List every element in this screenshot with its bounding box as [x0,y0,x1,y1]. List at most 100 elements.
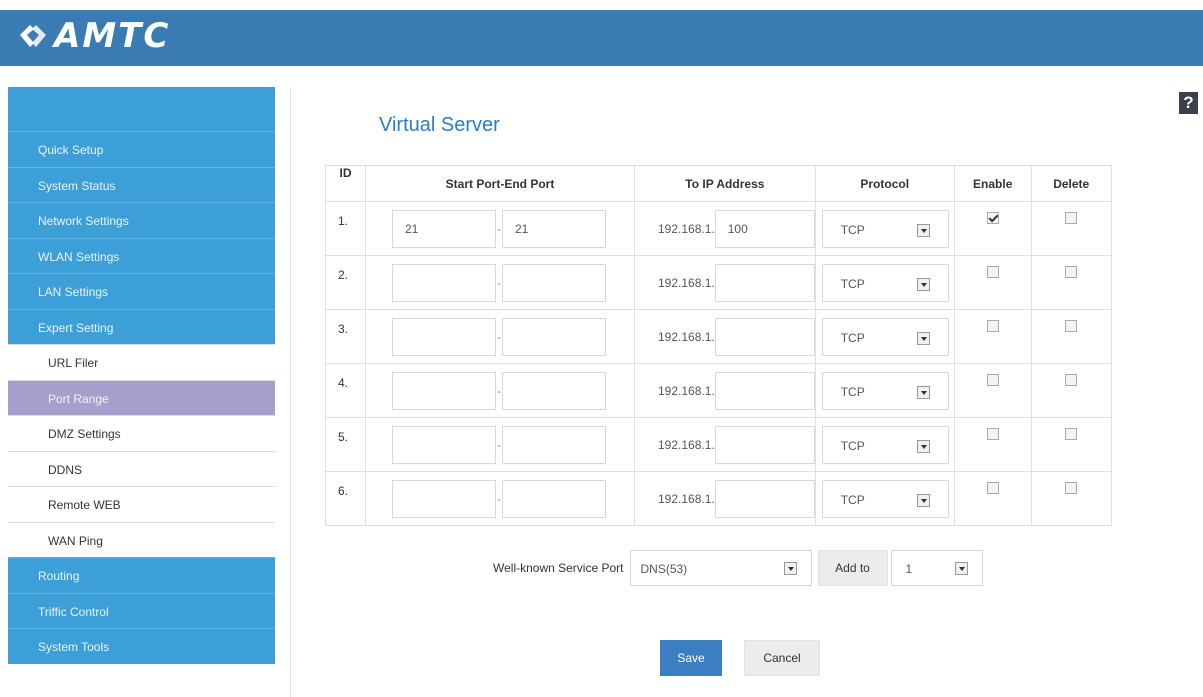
end-port-input[interactable]: 21 [502,209,606,248]
logo-text: AMTC [54,16,171,56]
page-title: Virtual Server [379,114,500,136]
sidebar-item-expert-setting[interactable]: Expert Setting [8,308,275,344]
protocol-wrap: TCP [816,263,954,302]
start-port-input[interactable] [392,479,496,518]
sidebar-item-system-tools[interactable]: System Tools [8,628,275,664]
end-port-input[interactable] [502,371,606,410]
end-port-input[interactable] [502,263,606,302]
logo: AMTC [16,16,170,56]
save-button[interactable]: Save [660,640,722,676]
ports-wrap: 21-21 [366,209,634,248]
protocol-cell: TCP [814,363,955,418]
dropdown-arrow-icon [916,439,930,453]
sidebar: Quick Setup System Status Network Settin… [8,87,275,693]
delete-checkbox[interactable] [1065,481,1078,494]
start-port-input[interactable] [392,263,496,302]
ip-suffix-input[interactable] [714,479,815,518]
ports-wrap: - [366,371,634,410]
enable-checkbox[interactable] [986,319,999,332]
delete-cell [1030,309,1112,364]
cancel-button[interactable]: Cancel [744,640,820,676]
ip-cell: 192.168.1. [634,363,816,418]
enable-cell [953,255,1032,310]
row-id: 4. [325,363,366,418]
sidebar-subitem-ddns[interactable]: DDNS [8,450,275,486]
column-header-enable: Enable [953,165,1032,202]
start-port-input[interactable] [392,425,496,464]
ports-wrap: - [366,479,634,518]
ip-prefix: 192.168.1. [658,329,715,344]
enable-checkbox[interactable] [986,481,999,494]
protocol-value: TCP [840,492,865,507]
ports-wrap: - [366,425,634,464]
protocol-value: TCP [840,276,865,291]
delete-checkbox[interactable] [1065,319,1078,332]
end-port-input[interactable] [502,425,606,464]
protocol-select[interactable]: TCP [821,317,949,356]
protocol-select[interactable]: TCP [821,263,949,302]
delete-checkbox[interactable] [1065,265,1078,278]
ip-wrap: 192.168.1. [635,371,815,410]
start-port-input[interactable] [392,317,496,356]
enable-checkbox[interactable] [986,427,999,440]
delete-cell [1030,471,1112,526]
enable-checkbox[interactable] [986,211,999,224]
ip-prefix: 192.168.1. [658,275,715,290]
end-port-input[interactable] [502,317,606,356]
well-known-service-select[interactable]: DNS(53) [629,550,812,586]
sidebar-subitem-port-range[interactable]: Port Range [8,379,275,415]
protocol-wrap: TCP [816,479,954,518]
sidebar-subitem-remote-web[interactable]: Remote WEB [8,486,275,522]
add-to-button[interactable]: Add to [817,550,888,586]
sidebar-subitem-dmz-settings[interactable]: DMZ Settings [8,415,275,451]
ip-prefix: 192.168.1. [658,437,715,452]
ip-suffix-input[interactable]: 100 [714,209,815,248]
sidebar-subitem-url-filer[interactable]: URL Filer [8,344,275,380]
sidebar-item-wlan-settings[interactable]: WLAN Settings [8,237,275,273]
sidebar-item-network-settings[interactable]: Network Settings [8,202,275,238]
protocol-value: TCP [840,222,865,237]
ip-suffix-input[interactable] [714,371,815,410]
end-port-input[interactable] [502,479,606,518]
ip-suffix-input[interactable] [714,317,815,356]
enable-cell [953,363,1032,418]
sidebar-subitem-wan-ping[interactable]: WAN Ping [8,521,275,557]
ports-cell: - [365,363,635,418]
enable-checkbox[interactable] [986,265,999,278]
protocol-select[interactable]: TCP [821,371,949,410]
protocol-select[interactable]: TCP [821,209,949,248]
protocol-wrap: TCP [816,371,954,410]
delete-cell [1030,363,1112,418]
delete-checkbox[interactable] [1065,427,1078,440]
ip-wrap: 192.168.1. 100 [635,209,815,248]
sidebar-item-routing[interactable]: Routing [8,557,275,593]
ip-suffix-input[interactable] [714,263,815,302]
add-to-target-select[interactable]: 1 [890,550,983,586]
delete-checkbox[interactable] [1065,211,1078,224]
ip-cell: 192.168.1. [634,255,816,310]
protocol-cell: TCP [814,255,955,310]
table-row: 3. - 192.168.1. TCP [325,309,1112,364]
enable-checkbox[interactable] [986,373,999,386]
help-icon[interactable]: ? [1179,92,1198,114]
row-id: 1. [325,201,366,256]
sidebar-header [8,87,275,131]
start-port-input[interactable]: 21 [392,209,496,248]
protocol-select[interactable]: TCP [821,479,949,518]
delete-cell [1030,255,1112,310]
sidebar-item-lan-settings[interactable]: LAN Settings [8,273,275,309]
table-row: 2. - 192.168.1. TCP [325,255,1112,310]
ip-suffix-input[interactable] [714,425,815,464]
enable-cell [953,471,1032,526]
protocol-value: TCP [840,438,865,453]
column-header-protocol: Protocol [814,165,955,202]
sidebar-item-system-status[interactable]: System Status [8,166,275,202]
delete-checkbox[interactable] [1065,373,1078,386]
protocol-cell: TCP [814,201,955,256]
start-port-input[interactable] [392,371,496,410]
add-to-target-value: 1 [905,562,913,576]
protocol-select[interactable]: TCP [821,425,949,464]
well-known-service-row: Well-known Service Port DNS(53) Add to 1 [493,550,983,586]
sidebar-item-traffic-control[interactable]: Triffic Control [8,592,275,628]
sidebar-item-quick-setup[interactable]: Quick Setup [8,131,275,167]
